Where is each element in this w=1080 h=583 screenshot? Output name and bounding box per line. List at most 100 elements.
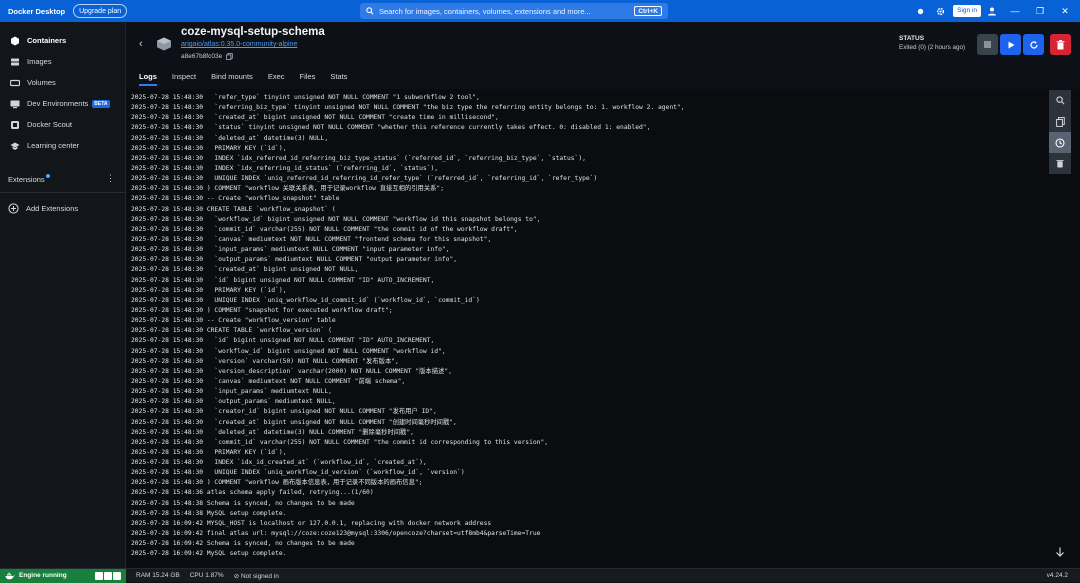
container-image-link[interactable]: arigaio/atlas:0.35.0-community-alpine xyxy=(181,41,297,48)
log-line: 2025-07-28 15:48:30 ) COMMENT "snapshot … xyxy=(131,306,1080,316)
extensions-section[interactable]: Extensions ⋮ xyxy=(0,172,126,186)
engine-resume-icon[interactable] xyxy=(95,571,103,580)
container-cube-icon xyxy=(157,37,171,51)
account-icon[interactable] xyxy=(985,4,999,18)
extensions-bug-icon[interactable] xyxy=(913,4,927,18)
status-value: Exited (0) (2 hours ago) xyxy=(899,44,966,51)
log-line: 2025-07-28 15:48:30 `canvas` mediumtext … xyxy=(131,377,1080,387)
stop-button[interactable] xyxy=(977,34,998,55)
docker-whale-icon xyxy=(5,572,15,579)
log-message: -- Create "workflow_snapshot" table xyxy=(206,195,340,203)
volumes-icon xyxy=(9,77,20,88)
log-timestamp: 2025-07-28 15:48:30 xyxy=(131,448,204,456)
sidebar-item-label: Images xyxy=(27,57,52,66)
log-timestamp: 2025-07-28 15:48:30 xyxy=(131,347,204,355)
close-window-button[interactable]: ✕ xyxy=(1055,4,1075,18)
divider xyxy=(0,192,126,193)
log-line: 2025-07-28 15:48:30 `creator_id` bigint … xyxy=(131,407,1080,417)
log-timestamp: 2025-07-28 15:48:30 xyxy=(131,175,204,183)
log-timestamp: 2025-07-28 15:48:30 xyxy=(131,164,204,172)
sidebar-item-label: Containers xyxy=(27,36,67,45)
sidebar-item-containers[interactable]: Containers xyxy=(0,30,125,51)
sidebar-item-volumes[interactable]: Volumes xyxy=(0,72,125,93)
clear-logs-button[interactable] xyxy=(1049,153,1071,174)
engine-pause-icon[interactable] xyxy=(104,571,112,580)
copy-logs-button[interactable] xyxy=(1049,111,1071,132)
engine-status[interactable]: Engine running xyxy=(0,568,126,583)
tab-bind-mounts[interactable]: Bind mounts xyxy=(211,68,253,86)
delete-button[interactable] xyxy=(1050,34,1071,55)
log-timestamp: 2025-07-28 15:48:30 xyxy=(131,185,204,193)
log-message: `created_at` bigint unsigned NOT NULL, xyxy=(206,266,359,274)
log-line: 2025-07-28 15:48:30 `deleted_at` datetim… xyxy=(131,428,1080,438)
log-line: 2025-07-28 15:48:30 -- Create "workflow_… xyxy=(131,316,1080,326)
log-timestamp: 2025-07-28 16:09:42 xyxy=(131,540,204,548)
log-message: `output_params` mediumtext NULL, xyxy=(206,398,336,406)
log-line: 2025-07-28 15:48:30 ) COMMENT "workflow … xyxy=(131,478,1080,488)
log-message: `input_params` mediumtext NULL, xyxy=(206,388,332,396)
log-line: 2025-07-28 15:48:30 `commit_id` varchar(… xyxy=(131,225,1080,235)
copy-icon xyxy=(1055,116,1065,127)
minimize-button[interactable]: — xyxy=(1005,4,1025,18)
tab-logs[interactable]: Logs xyxy=(139,68,157,86)
copy-icon[interactable] xyxy=(226,53,233,60)
sidebar-item-dev-environments[interactable]: Dev Environments BETA xyxy=(0,93,125,114)
log-timestamp: 2025-07-28 15:48:30 xyxy=(131,225,204,233)
log-message: UNIQUE INDEX `uniq_workflow_id_version` … xyxy=(206,469,465,477)
restart-button[interactable] xyxy=(1023,34,1044,55)
status-label: STATUS xyxy=(899,35,925,42)
log-timestamp: 2025-07-28 15:48:30 xyxy=(131,286,204,294)
maximize-button[interactable]: ❐ xyxy=(1030,4,1050,18)
log-message: MySQL setup complete. xyxy=(206,509,287,517)
sidebar-item-images[interactable]: Images xyxy=(0,51,125,72)
log-timestamp: 2025-07-28 15:48:30 xyxy=(131,438,204,446)
sidebar-item-label: Dev Environments xyxy=(27,99,89,108)
log-timestamp: 2025-07-28 15:48:30 xyxy=(131,144,204,152)
log-line: 2025-07-28 15:48:30 PRIMARY KEY (`id`), xyxy=(131,286,1080,296)
extensions-menu-icon[interactable]: ⋮ xyxy=(106,173,115,184)
log-line: 2025-07-28 16:09:42 Schema is synced, no… xyxy=(131,539,1080,549)
log-line: 2025-07-28 15:48:30 UNIQUE INDEX `uniq_w… xyxy=(131,296,1080,306)
sidebar-item-learning-center[interactable]: Learning center xyxy=(0,135,125,156)
log-message: `created_at` bigint unsigned NOT NULL CO… xyxy=(206,418,457,426)
log-timestamp: 2025-07-28 15:48:30 xyxy=(131,235,204,243)
log-message: `workflow_id` bigint unsigned NOT NULL C… xyxy=(206,215,541,223)
log-line: 2025-07-28 15:48:30 `referring_biz_type`… xyxy=(131,103,1080,113)
log-line: 2025-07-28 15:48:30 `version_description… xyxy=(131,367,1080,377)
log-timestamp: 2025-07-28 15:48:30 xyxy=(131,418,204,426)
back-arrow-icon[interactable]: ‹ xyxy=(139,38,143,50)
log-timestamp: 2025-07-28 15:48:30 xyxy=(131,306,204,314)
log-message: INDEX `idx_referred_id_referring_biz_typ… xyxy=(206,154,586,162)
log-message: `canvas` mediumtext NOT NULL COMMENT "fr… xyxy=(206,235,492,243)
search-placeholder: Search for images, containers, volumes, … xyxy=(379,6,591,16)
log-line: 2025-07-28 15:48:36 atlas schema apply f… xyxy=(131,488,1080,498)
engine-power-icon[interactable] xyxy=(113,571,121,580)
upgrade-plan-button[interactable]: Upgrade plan xyxy=(73,4,128,18)
log-timestamp: 2025-07-28 15:48:30 xyxy=(131,195,204,203)
sidebar-item-docker-scout[interactable]: Docker Scout xyxy=(0,114,125,135)
tab-stats[interactable]: Stats xyxy=(330,68,347,86)
log-timestamp: 2025-07-28 15:48:36 xyxy=(131,489,204,497)
settings-gear-icon[interactable] xyxy=(933,4,947,18)
timestamps-toggle[interactable] xyxy=(1049,132,1071,153)
log-line: 2025-07-28 15:48:30 `workflow_id` bigint… xyxy=(131,347,1080,357)
container-name: coze-mysql-setup-schema xyxy=(181,26,325,38)
sign-in-button[interactable]: Sign in xyxy=(953,5,981,17)
extensions-notification-dot xyxy=(45,174,50,178)
log-timestamp: 2025-07-28 15:48:30 xyxy=(131,215,204,223)
scroll-to-bottom-icon[interactable] xyxy=(1054,546,1066,558)
log-output[interactable]: 2025-07-28 15:48:30 `refer_type` tinyint… xyxy=(127,89,1080,568)
log-message: UNIQUE INDEX `uniq_workflow_id_commit_id… xyxy=(206,296,480,304)
tab-inspect[interactable]: Inspect xyxy=(172,68,196,86)
ram-usage: RAM 15.24 GB xyxy=(136,572,180,579)
search-logs-button[interactable] xyxy=(1049,90,1071,111)
start-button[interactable] xyxy=(1000,34,1021,55)
log-line: 2025-07-28 16:09:42 final atlas url: mys… xyxy=(131,529,1080,539)
log-message: `workflow_id` bigint unsigned NOT NULL C… xyxy=(206,347,446,355)
add-extensions-button[interactable]: Add Extensions xyxy=(0,201,126,215)
log-timestamp: 2025-07-28 15:48:30 xyxy=(131,388,204,396)
tab-files[interactable]: Files xyxy=(300,68,316,86)
log-timestamp: 2025-07-28 15:48:30 xyxy=(131,367,204,375)
tab-exec[interactable]: Exec xyxy=(268,68,285,86)
global-search[interactable]: Search for images, containers, volumes, … xyxy=(360,3,668,19)
